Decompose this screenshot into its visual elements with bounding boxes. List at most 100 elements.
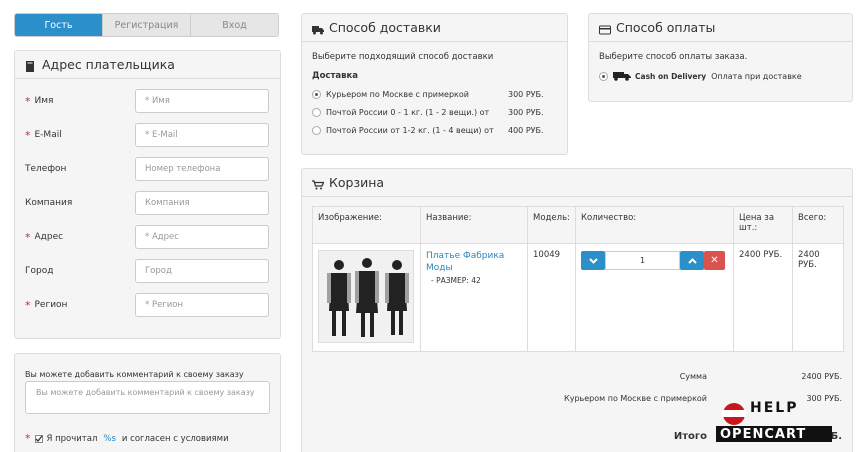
payer-address-header: Адрес плательщика <box>15 51 280 79</box>
field-label-text: Компания <box>25 198 73 208</box>
form-row: Город Город <box>25 259 270 283</box>
text-input[interactable]: * Регион <box>135 293 269 317</box>
col-total-header: Всего: <box>792 206 844 244</box>
text-input[interactable]: Компания <box>135 191 269 215</box>
agree-tail: и согласен с условиями <box>121 433 229 444</box>
unit-price: 2400 РУБ. <box>733 243 793 352</box>
shipping-option-price: 300 РУБ. <box>508 108 544 117</box>
shipping-radio[interactable] <box>312 126 321 135</box>
required-mark: * <box>25 298 31 312</box>
payment-option-label: Оплата при доставке <box>711 71 802 81</box>
shipping-option[interactable]: Почтой России от 1-2 кг. (1 - 4 вещи) от… <box>312 126 544 135</box>
delivery-title: Способ доставки <box>329 20 441 35</box>
field-label-text: Телефон <box>25 164 67 174</box>
agree-text: Я прочитал <box>46 433 98 444</box>
line-total: 2400 РУБ. <box>792 243 844 352</box>
book-icon <box>25 60 37 72</box>
shipping-option[interactable]: Почтой России 0 - 1 кг. (1 - 2 вещи.) от… <box>312 108 544 117</box>
field-label: * Имя <box>25 95 135 108</box>
delivery-panel: Способ доставки Выберите подходящий спос… <box>301 13 568 155</box>
qty-increase-button[interactable] <box>680 251 704 270</box>
field-label: Компания <box>25 198 135 208</box>
required-mark: * <box>25 432 31 445</box>
product-image[interactable] <box>318 250 414 343</box>
shipping-radio[interactable] <box>312 90 321 99</box>
tab-register[interactable]: Регистрация <box>102 14 190 36</box>
field-label: * E-Mail <box>25 129 135 142</box>
table-row: Платье Фабрика Моды - РАЗМЕР: 42 10049 1… <box>312 243 844 352</box>
qty-decrease-button[interactable] <box>581 251 605 270</box>
field-label-text: Город <box>25 266 54 276</box>
shipping-option-label: Почтой России от 1-2 кг. (1 - 4 вещи) от <box>326 126 494 135</box>
text-input[interactable]: Город <box>135 259 269 283</box>
delivery-header: Способ доставки <box>302 14 567 42</box>
col-qty-header: Количество: <box>575 206 734 244</box>
form-row: Телефон Номер телефона <box>25 157 270 181</box>
payment-title: Способ оплаты <box>616 20 716 35</box>
text-input[interactable]: Номер телефона <box>135 157 269 181</box>
close-icon: ✕ <box>710 255 719 266</box>
field-label-text: Имя <box>34 96 54 106</box>
form-row: * Адрес * Адрес <box>25 225 270 249</box>
payment-radio[interactable] <box>599 71 608 81</box>
chevron-down-icon <box>588 257 598 264</box>
payer-address-panel: Адрес плательщика * Имя * Имя * E-Mail * E-Ma… <box>14 50 281 339</box>
subtotal-label: Сумма <box>679 372 707 381</box>
product-option: - РАЗМЕР: 42 <box>431 276 481 285</box>
comment-panel: Вы можете добавить комментарий к своему … <box>14 353 281 452</box>
field-label: Телефон <box>25 164 135 174</box>
subtotal-value: 2400 РУБ. <box>801 372 842 381</box>
col-name-header: Название: <box>420 206 528 244</box>
text-input[interactable]: * E-Mail <box>135 123 269 147</box>
product-name-link[interactable]: Платье Фабрика Моды <box>426 250 522 274</box>
product-name-cell: Платье Фабрика Моды - РАЗМЕР: 42 <box>420 243 528 352</box>
agree-link[interactable]: %s <box>103 434 116 444</box>
required-mark: * <box>25 94 31 108</box>
shipping-option-label: Почтой России 0 - 1 кг. (1 - 2 вещи.) от <box>326 108 490 117</box>
col-image-header: Изображение: <box>312 206 421 244</box>
payment-header: Способ оплаты <box>589 14 852 42</box>
payment-subtitle: Выберите способ оплаты заказа. <box>599 52 748 62</box>
col-model-header: Модель: <box>527 206 576 244</box>
field-label: * Адрес <box>25 231 135 244</box>
form-row: Компания Компания <box>25 191 270 215</box>
field-label: * Регион <box>25 299 135 312</box>
field-label-text: E-Mail <box>34 130 62 140</box>
field-label-text: Адрес <box>34 232 64 242</box>
text-input[interactable]: * Адрес <box>135 225 269 249</box>
chevron-up-icon <box>687 257 697 264</box>
quantity-input[interactable]: 1 <box>605 251 680 270</box>
shipping-radio[interactable] <box>312 108 321 117</box>
remove-item-button[interactable]: ✕ <box>704 251 725 270</box>
delivery-group-label: Доставка <box>312 71 358 81</box>
comment-label: Вы можете добавить комментарий к своему … <box>25 370 244 379</box>
checkout-tabs: Гость Регистрация Вход <box>14 13 279 37</box>
product-model: 10049 <box>527 243 576 352</box>
cart-table: Изображение: Название: Модель: Количеств… <box>312 206 844 352</box>
form-row: * Регион * Регион <box>25 293 270 317</box>
field-label-text: Регион <box>34 300 68 310</box>
payment-option[interactable]: Cash on Delivery Оплата при доставке <box>599 71 802 81</box>
field-label: Город <box>25 266 135 276</box>
logo-opencart-text: OPENCART <box>720 427 807 442</box>
tab-login[interactable]: Вход <box>190 14 278 36</box>
comment-textarea[interactable]: Вы можете добавить комментарий к своему … <box>25 381 270 414</box>
col-price-header: Цена за шт.: <box>733 206 793 244</box>
shipping-option-label: Курьером по Москве с примеркой <box>326 90 469 99</box>
cash-on-delivery-logo: Cash on Delivery <box>635 71 707 81</box>
cart-icon <box>312 178 325 189</box>
product-image-cell <box>312 243 421 352</box>
agree-row: * Я прочитал %s и согласен с условиями <box>25 432 229 445</box>
shipping-option-price: 300 РУБ. <box>508 90 544 99</box>
credit-card-icon <box>599 23 611 34</box>
help-opencart-logo: HELP OPENCART <box>716 396 832 448</box>
form-row: * E-Mail * E-Mail <box>25 123 270 147</box>
tab-guest[interactable]: Гость <box>15 14 102 36</box>
shipping-option-price: 400 РУБ. <box>508 126 544 135</box>
shipping-option[interactable]: Курьером по Москве с примеркой 300 РУБ. <box>312 90 544 99</box>
grand-total-label: Итого <box>673 431 707 442</box>
cart-title: Корзина <box>329 175 385 190</box>
agree-checkbox[interactable] <box>34 434 43 443</box>
payment-panel: Способ оплаты Выберите способ оплаты зак… <box>588 13 853 102</box>
text-input[interactable]: * Имя <box>135 89 269 113</box>
